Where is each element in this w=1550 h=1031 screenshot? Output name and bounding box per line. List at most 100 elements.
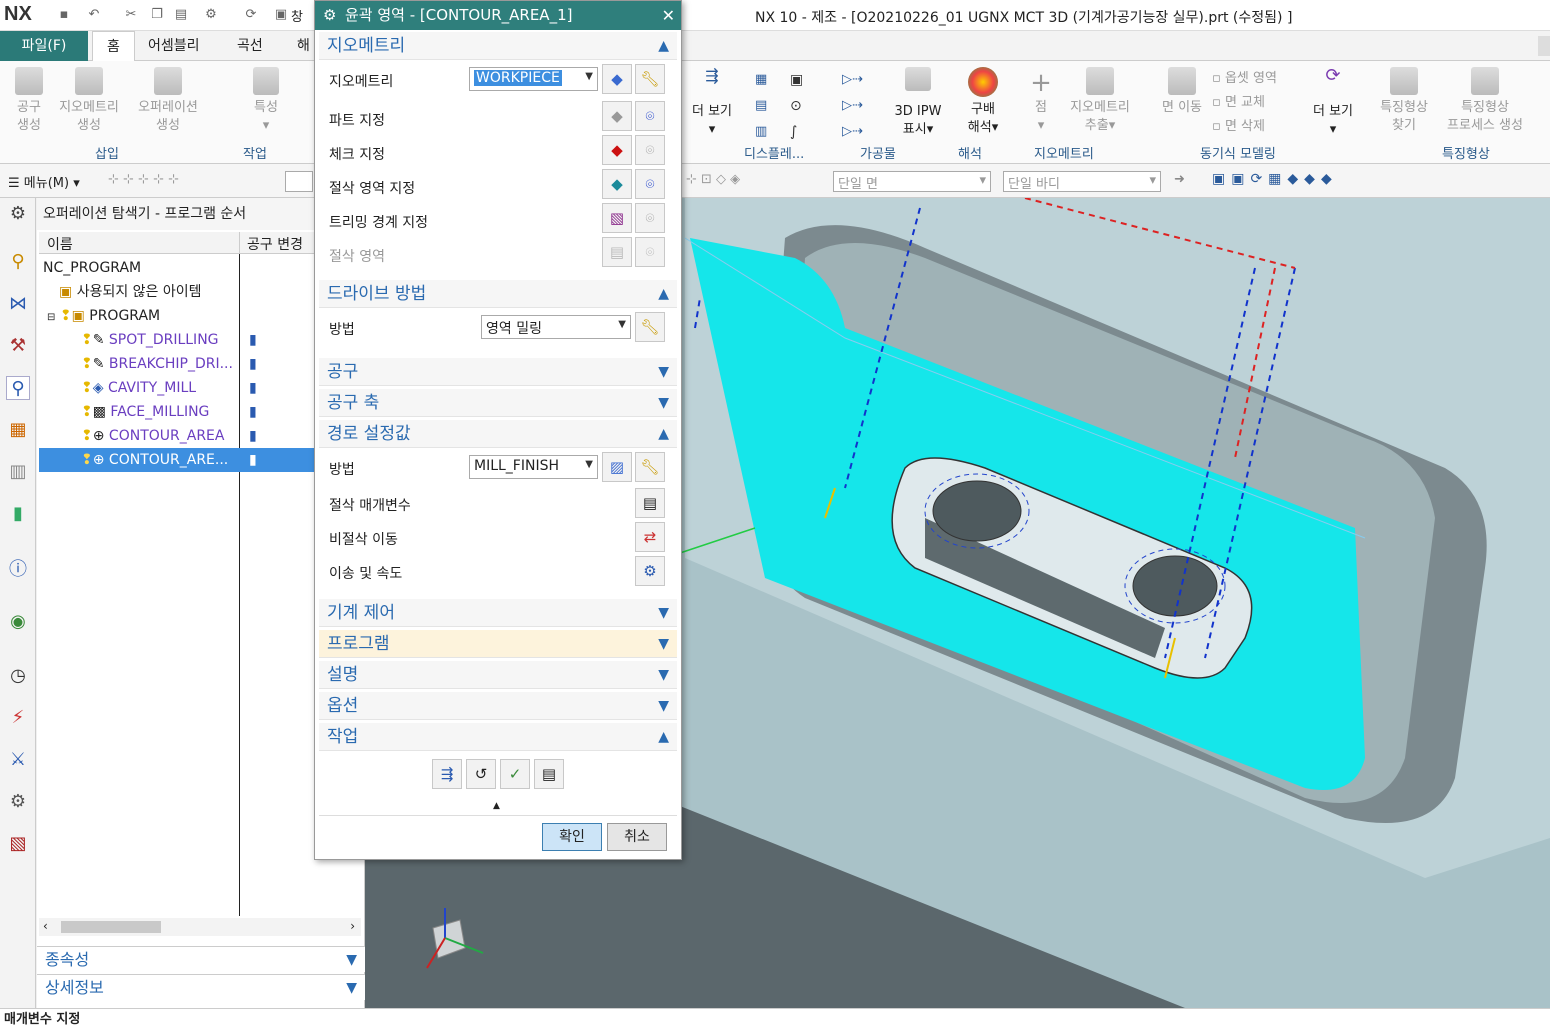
more-button-2[interactable]: ⟳ 더 보기 ▾	[1306, 67, 1360, 139]
history-icon[interactable]: ◷	[6, 664, 30, 688]
show-3d-ipw-button[interactable]: 3D IPW 표시▾	[890, 67, 946, 139]
tab-assembly[interactable]: 어셈블리	[134, 31, 214, 61]
section-actions[interactable]: 작업 ▲	[319, 723, 677, 751]
display-tools-2[interactable]: ▣ ⊙ ∫	[790, 67, 810, 147]
selection-tools[interactable]: ⊹ ⊡ ◇ ◈	[686, 172, 740, 187]
horizontal-scrollbar[interactable]: ‹ ›	[39, 918, 361, 936]
process-studio-icon[interactable]: ⚔	[6, 748, 30, 772]
tree-node-nc-program[interactable]: NC_PROGRAM	[39, 256, 361, 280]
view-tools[interactable]: ▣▣⟳▦◆◆◆	[1212, 171, 1338, 187]
workpiece-tools[interactable]: ▷⇢ ▷⇢ ▷⇢	[842, 67, 886, 139]
web-browser-icon[interactable]: ⓘ	[6, 558, 30, 582]
specify-trim-button[interactable]: ▧	[602, 203, 632, 233]
specify-part-button[interactable]: ◆	[602, 101, 632, 131]
tree-node-operation[interactable]: ❢✎ SPOT_DRILLING ▮	[39, 328, 361, 352]
display-check-button[interactable]: ⌾	[635, 135, 665, 165]
window-icon[interactable]: ▣	[272, 6, 290, 24]
ok-button[interactable]: 확인	[542, 823, 602, 851]
assembly-navigator-icon[interactable]: ⚲	[6, 250, 30, 274]
specify-check-button[interactable]: ◆	[602, 135, 632, 165]
display-tools[interactable]: ▦ ▤ ▥	[755, 67, 775, 147]
section-description[interactable]: 설명 ▼	[319, 661, 677, 689]
reuse-library-icon[interactable]: ▮	[6, 502, 30, 526]
tab-curve[interactable]: 곡선	[223, 31, 277, 61]
create-tool-button[interactable]: 공구 생성	[8, 67, 50, 135]
tree-node-program[interactable]: ⊟ ❢▣ PROGRAM	[39, 304, 361, 328]
section-tool[interactable]: 공구 ▼	[319, 358, 677, 386]
details-panel[interactable]: 상세정보 ▼	[37, 974, 365, 1000]
section-machine-control[interactable]: 기계 제어 ▼	[319, 599, 677, 627]
cut-region-button[interactable]: ▤	[602, 237, 632, 267]
dependencies-panel[interactable]: 종속성 ▼	[37, 946, 365, 972]
column-tool-change[interactable]: 공구 변경	[247, 234, 303, 254]
section-path-settings[interactable]: 경로 설정값 ▲	[319, 420, 677, 448]
geometry-dropdown[interactable]: WORKPIECE ▼	[469, 67, 598, 91]
menu-button[interactable]: ☰ 메뉴(M) ▾	[8, 172, 80, 191]
edit-drive-method-button[interactable]: 🔧︎	[635, 312, 665, 342]
scroll-thumb[interactable]	[61, 921, 161, 933]
section-geometry[interactable]: 지오메트리 ▲	[319, 32, 677, 60]
extract-geometry-button[interactable]: 지오메트리 추출▾	[1062, 67, 1138, 135]
system-scene-icon[interactable]: ⚡	[6, 706, 30, 730]
edit-geometry-button[interactable]: 🔧︎	[635, 64, 665, 94]
display-part-button[interactable]: ⌾	[635, 101, 665, 131]
copy-icon[interactable]: ❐	[148, 6, 166, 24]
cut-icon[interactable]: ✂	[122, 6, 140, 24]
repeat-icon[interactable]: ⟳	[242, 6, 260, 24]
close-icon[interactable]: ✕	[662, 1, 675, 30]
face-rule-combo[interactable]: 단일 면 ▾	[833, 171, 991, 192]
snap-tools[interactable]: ⊹ ⊹ ⊹ ⊹ ⊹	[108, 172, 179, 187]
constraint-navigator-icon[interactable]: ⋈	[6, 292, 30, 316]
create-geometry-button[interactable]: 지오메트리 생성	[54, 67, 124, 135]
tree-node-operation[interactable]: ❢▩ FACE_MILLING ▮	[39, 400, 361, 424]
new-method-button[interactable]: ▨	[602, 452, 632, 482]
tab-file[interactable]: 파일(F)	[0, 31, 88, 61]
operation-navigator-icon[interactable]: ⚲	[6, 376, 30, 400]
column-name[interactable]: 이름	[47, 234, 73, 254]
collapse-dialog-icon[interactable]: ▲	[493, 801, 500, 811]
specify-cut-area-button[interactable]: ◆	[602, 169, 632, 199]
command-finder-icon[interactable]: ⚙	[202, 6, 220, 24]
undo-icon[interactable]: ↶	[85, 6, 103, 24]
feature-navigator-icon[interactable]: ▥	[6, 460, 30, 484]
verify-button[interactable]: ✓	[500, 759, 530, 789]
sync-items[interactable]: ▫ 옵셋 영역 ▫ 면 교체 ▫ 면 삭제	[1212, 67, 1298, 139]
move-face-button[interactable]: 면 이동	[1156, 67, 1208, 117]
create-feature-process-button[interactable]: 특징형상 프로세스 생성	[1438, 67, 1532, 135]
part-navigator-icon[interactable]: ⚒	[6, 334, 30, 358]
non-cutting-moves-button[interactable]: ⇄	[635, 522, 665, 552]
properties-button[interactable]: 특성 ▾	[246, 67, 286, 135]
save-icon[interactable]: ▪	[55, 6, 73, 24]
section-drive-method[interactable]: 드라이브 방법 ▲	[319, 280, 677, 308]
paste-icon[interactable]: ▤	[172, 6, 190, 24]
tree-node-operation-selected[interactable]: ❢⊕ CONTOUR_ARE... ▮	[39, 448, 361, 472]
scroll-right-icon[interactable]: ›	[350, 919, 355, 933]
reports-icon[interactable]: ▧	[6, 832, 30, 856]
edit-method-button[interactable]: 🔧︎	[635, 452, 665, 482]
display-trim-button[interactable]: ⌾	[635, 203, 665, 233]
cutting-parameters-button[interactable]: ▤	[635, 488, 665, 518]
palette-icon[interactable]: ◉	[6, 610, 30, 634]
replay-button[interactable]: ↺	[466, 759, 496, 789]
cancel-button[interactable]: 취소	[607, 823, 667, 851]
section-tool-axis[interactable]: 공구 축 ▼	[319, 389, 677, 417]
settings-icon[interactable]: ⚙	[6, 202, 30, 226]
column-divider[interactable]	[239, 232, 240, 254]
point-button[interactable]: + 점 ▾	[1026, 67, 1056, 135]
tree-node-operation[interactable]: ❢⊕ CONTOUR_AREA ▮	[39, 424, 361, 448]
body-rule-combo[interactable]: 단일 바디 ▾	[1003, 171, 1161, 192]
drive-method-dropdown[interactable]: 영역 밀링 ▼	[481, 315, 631, 339]
ribbon-search-box[interactable]	[1538, 36, 1550, 56]
dialog-title[interactable]: ⚙ 윤곽 영역 - [CONTOUR_AREA_1]	[315, 1, 681, 30]
roles-icon[interactable]: ⚙	[6, 790, 30, 814]
scroll-left-icon[interactable]: ‹	[43, 919, 48, 933]
create-operation-button[interactable]: 오퍼레이션 생성	[132, 67, 204, 135]
draft-analysis-button[interactable]: 구배 해석▾	[958, 67, 1008, 137]
path-method-dropdown[interactable]: MILL_FINISH ▼	[469, 455, 598, 479]
display-cut-region-button[interactable]: ⌾	[635, 237, 665, 267]
machine-tool-navigator-icon[interactable]: ▦	[6, 418, 30, 442]
window-menu[interactable]: 창	[291, 6, 303, 25]
tab-home[interactable]: 홈	[92, 31, 135, 62]
collapse-icon[interactable]: ⊟	[47, 312, 55, 323]
more-button-1[interactable]: ⇶ 더 보기 ▾	[686, 67, 738, 139]
